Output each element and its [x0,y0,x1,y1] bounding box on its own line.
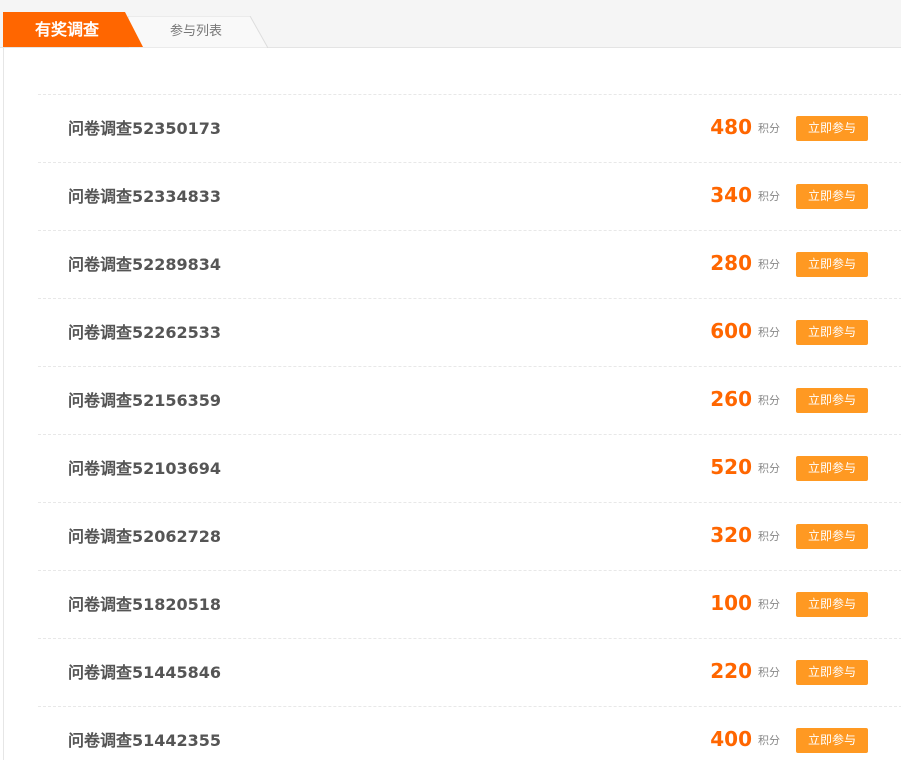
survey-row: 问卷调查52334833 340 积分 立即参与 [38,162,901,230]
survey-list: 问卷调查52350173 480 积分 立即参与 问卷调查52334833 34… [38,94,901,760]
points-unit-label: 积分 [758,326,780,339]
points-unit-label: 积分 [758,734,780,747]
points-unit-label: 积分 [758,666,780,679]
join-survey-button[interactable]: 立即参与 [796,116,868,141]
points-unit-label: 积分 [758,394,780,407]
join-survey-button[interactable]: 立即参与 [796,660,868,685]
join-survey-button[interactable]: 立即参与 [796,388,868,413]
survey-row: 问卷调查52103694 520 积分 立即参与 [38,434,901,502]
survey-row: 问卷调查51445846 220 积分 立即参与 [38,638,901,706]
survey-title[interactable]: 问卷调查52334833 [68,183,221,207]
survey-row: 问卷调查52289834 280 积分 立即参与 [38,230,901,298]
join-survey-button[interactable]: 立即参与 [796,252,868,277]
survey-title[interactable]: 问卷调查51820518 [68,591,221,615]
join-survey-button[interactable]: 立即参与 [796,524,868,549]
tab-reward-survey[interactable]: 有奖调查 [3,12,143,47]
survey-title[interactable]: 问卷调查52062728 [68,523,221,547]
survey-title[interactable]: 问卷调查52156359 [68,387,221,411]
points-unit-label: 积分 [758,598,780,611]
survey-points: 320 [710,523,752,547]
survey-row: 问卷调查52062728 320 积分 立即参与 [38,502,901,570]
survey-points: 600 [710,319,752,343]
join-survey-button[interactable]: 立即参与 [796,456,868,481]
join-survey-button[interactable]: 立即参与 [796,184,868,209]
survey-points: 400 [710,727,752,751]
survey-points: 340 [710,183,752,207]
survey-row: 问卷调查52350173 480 积分 立即参与 [38,94,901,162]
tab-participation-list-label: 参与列表 [170,24,223,39]
survey-title[interactable]: 问卷调查52289834 [68,251,221,275]
join-survey-button[interactable]: 立即参与 [796,728,868,753]
tab-bar: 参与列表 有奖调查 [0,0,901,48]
survey-row: 问卷调查52262533 600 积分 立即参与 [38,298,901,366]
points-unit-label: 积分 [758,122,780,135]
survey-title[interactable]: 问卷调查52103694 [68,455,221,479]
survey-title[interactable]: 问卷调查52262533 [68,319,221,343]
survey-row: 问卷调查52156359 260 积分 立即参与 [38,366,901,434]
survey-page: 参与列表 有奖调查 问卷调查52350173 480 积分 立即参与 问卷调查5… [0,0,901,760]
survey-title[interactable]: 问卷调查51442355 [68,727,221,751]
survey-title[interactable]: 问卷调查51445846 [68,659,221,683]
tab-participation-list[interactable]: 参与列表 [128,16,268,48]
points-unit-label: 积分 [758,190,780,203]
join-survey-button[interactable]: 立即参与 [796,320,868,345]
points-unit-label: 积分 [758,530,780,543]
survey-points: 220 [710,659,752,683]
survey-points: 480 [710,115,752,139]
points-unit-label: 积分 [758,462,780,475]
join-survey-button[interactable]: 立即参与 [796,592,868,617]
survey-row: 问卷调查51442355 400 积分 立即参与 [38,706,901,760]
survey-points: 260 [710,387,752,411]
survey-row: 问卷调查51820518 100 积分 立即参与 [38,570,901,638]
survey-points: 520 [710,455,752,479]
survey-points: 100 [710,591,752,615]
points-unit-label: 积分 [758,258,780,271]
tab-reward-survey-label: 有奖调查 [35,20,100,39]
survey-points: 280 [710,251,752,275]
survey-panel: 问卷调查52350173 480 积分 立即参与 问卷调查52334833 34… [3,48,901,760]
survey-title[interactable]: 问卷调查52350173 [68,115,221,139]
